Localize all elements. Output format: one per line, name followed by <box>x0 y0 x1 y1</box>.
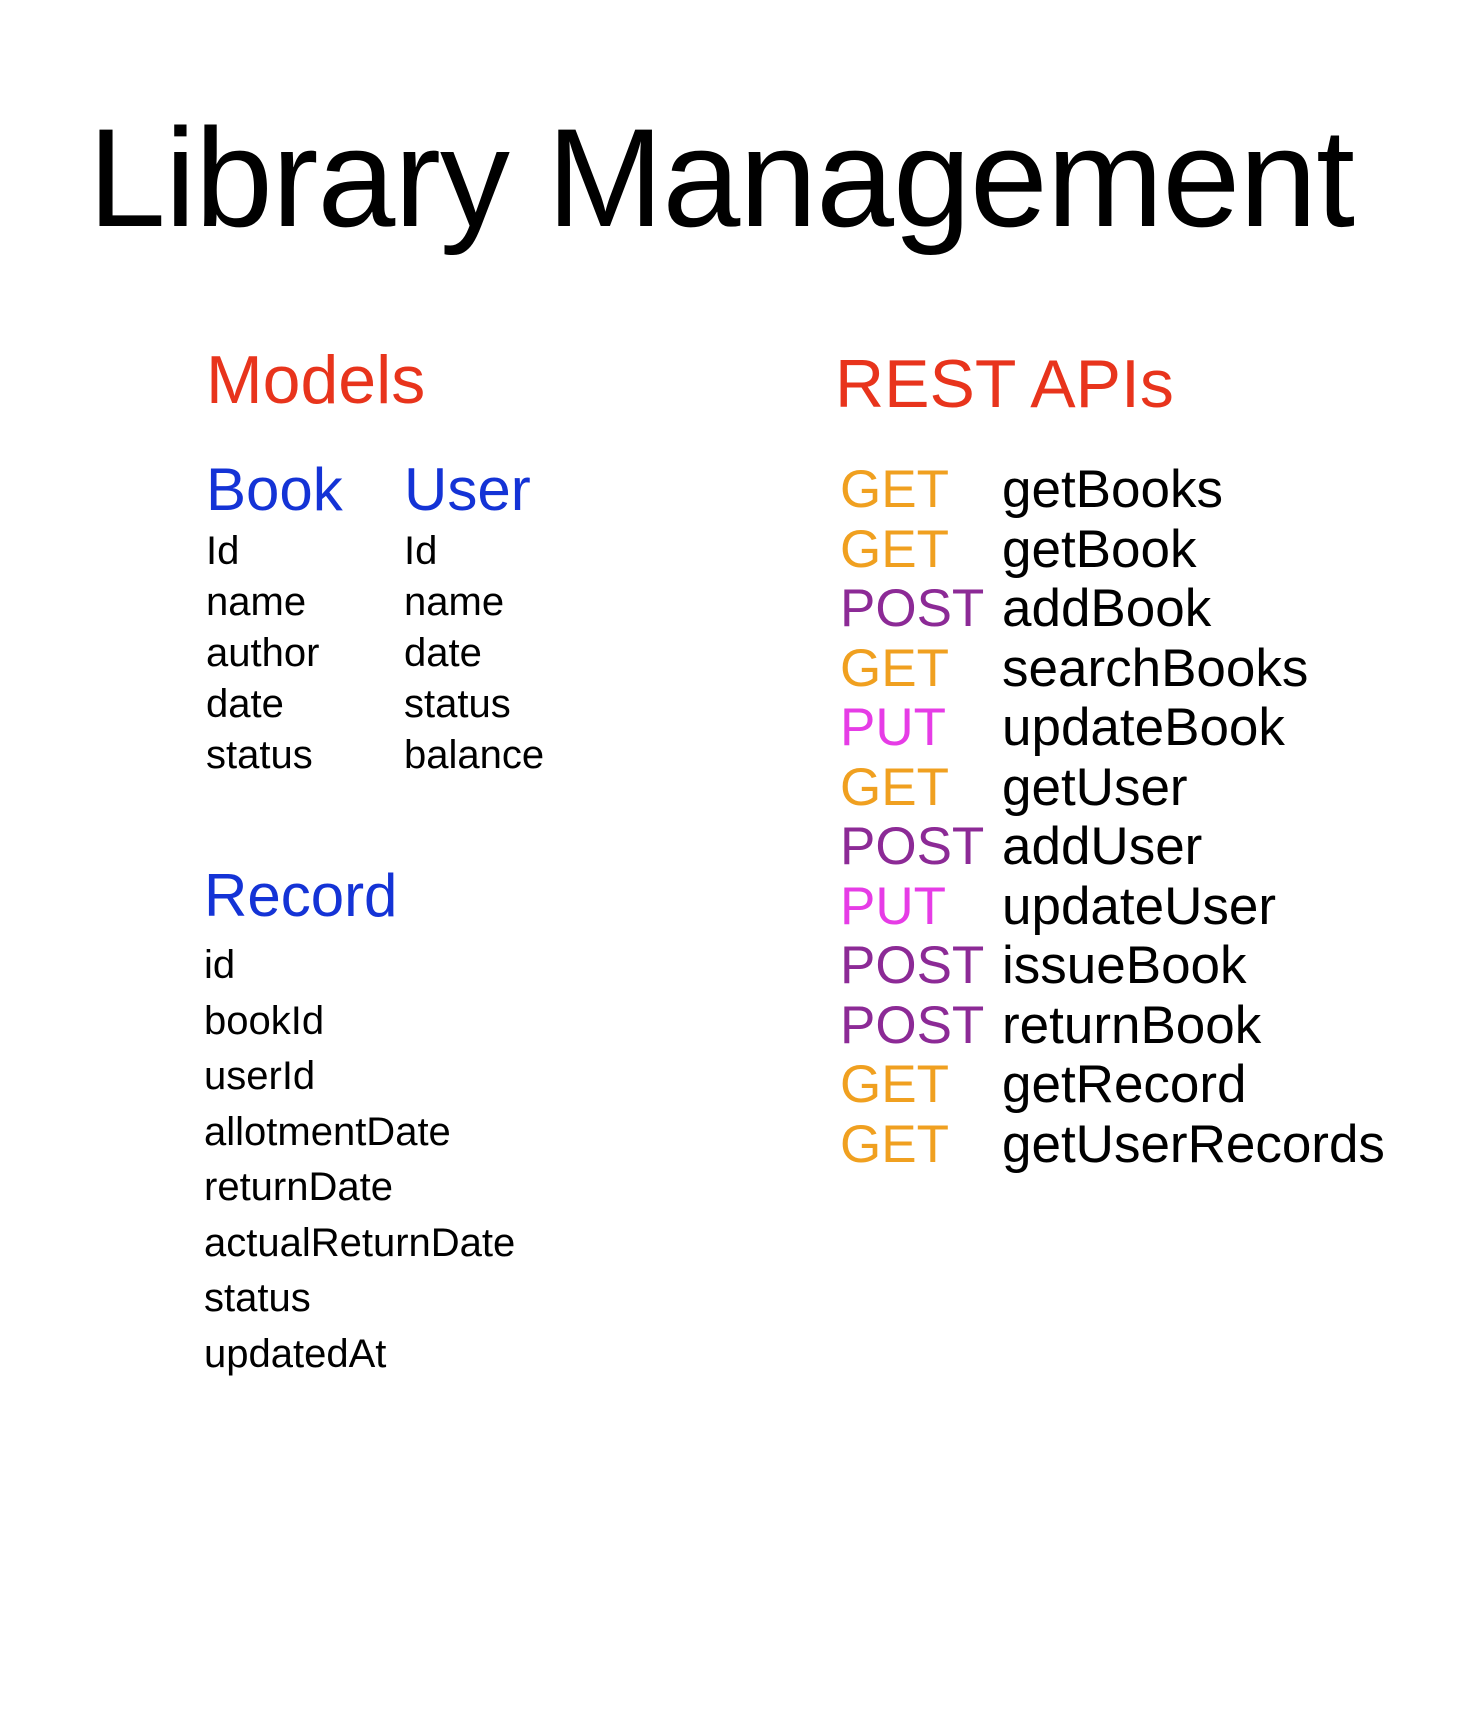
model-record-field: returnDate <box>204 1165 393 1209</box>
model-record-field: userId <box>204 1054 316 1098</box>
model-record-field: updatedAt <box>204 1331 387 1376</box>
model-book-field: Id <box>206 529 240 573</box>
api-endpoint-name: searchBooks <box>1002 638 1309 698</box>
model-user-field: name <box>404 580 505 624</box>
api-endpoint-row: GET getBooks <box>840 460 1385 520</box>
api-method-post: POST <box>840 579 985 638</box>
model-book-field: date <box>206 682 284 726</box>
model-user-title: User <box>404 456 531 523</box>
model-user-fields: Id name date status balance <box>404 526 544 781</box>
model-record-field: allotmentDate <box>204 1109 451 1154</box>
api-method-get: GET <box>840 1055 949 1114</box>
api-endpoint-row: GET getBook <box>840 520 1385 580</box>
model-user-field: date <box>404 631 482 675</box>
page-title: Library Management <box>88 99 1355 256</box>
api-method-post: POST <box>840 817 985 876</box>
model-user-field: balance <box>404 733 545 777</box>
api-endpoint-row: GET getUserRecords <box>840 1115 1385 1175</box>
model-book-title: Book <box>206 456 343 523</box>
api-endpoint-list: GET getBooks GET getBook POST addBook GET searc… <box>840 460 1385 1174</box>
api-endpoint-row: POST returnBook <box>840 996 1385 1056</box>
rest-apis-heading: REST APIs <box>835 346 1174 422</box>
api-endpoint-row: POST addBook <box>840 579 1385 639</box>
api-endpoint-name: addUser <box>1002 817 1203 876</box>
api-method-put: PUT <box>840 698 946 757</box>
api-endpoint-name: addBook <box>1002 579 1212 638</box>
model-user-field: Id <box>404 529 438 573</box>
api-method-post: POST <box>840 995 985 1055</box>
api-endpoint-name: getBooks <box>1002 460 1223 519</box>
api-endpoint-row: POST issueBook <box>840 936 1385 996</box>
api-method-get: GET <box>840 460 949 519</box>
api-method-get: GET <box>840 757 949 817</box>
api-endpoint-row: PUT updateUser <box>840 877 1385 937</box>
api-endpoint-row: GET getUser <box>840 758 1385 818</box>
api-method-get: GET <box>840 1114 949 1174</box>
api-method-get: GET <box>840 519 949 579</box>
api-endpoint-name: updateBook <box>1002 698 1285 757</box>
models-heading: Models <box>206 342 426 418</box>
api-endpoint-row: PUT updateBook <box>840 698 1385 758</box>
model-book-fields: Id name author date status <box>206 526 319 781</box>
model-record-field: bookId <box>204 998 325 1043</box>
api-endpoint-name: getRecord <box>1002 1055 1247 1114</box>
api-endpoint-name: getUser <box>1002 757 1188 817</box>
model-book-field: name <box>206 580 307 624</box>
model-record-field: id <box>204 943 236 987</box>
api-endpoint-name: getUserRecords <box>1002 1114 1385 1174</box>
api-endpoint-name: issueBook <box>1002 936 1247 995</box>
api-endpoint-name: getBook <box>1002 519 1197 579</box>
api-method-get: GET <box>840 638 949 698</box>
api-endpoint-name: returnBook <box>1002 995 1262 1055</box>
api-endpoint-name: updateUser <box>1002 876 1277 936</box>
model-record-title: Record <box>204 862 398 929</box>
model-book-field: author <box>206 631 320 675</box>
model-record-fields: id bookId userId allotmentDate returnDate act… <box>204 938 515 1382</box>
api-endpoint-row: GET searchBooks <box>840 639 1385 699</box>
model-record-field: actualReturnDate <box>204 1220 516 1265</box>
api-endpoint-row: POST addUser <box>840 817 1385 877</box>
api-endpoint-row: GET getRecord <box>840 1055 1385 1115</box>
api-method-post: POST <box>840 936 985 995</box>
model-record-field: status <box>204 1276 311 1320</box>
model-user-field: status <box>404 682 511 726</box>
model-book-field: status <box>206 733 313 777</box>
api-method-put: PUT <box>840 876 946 936</box>
